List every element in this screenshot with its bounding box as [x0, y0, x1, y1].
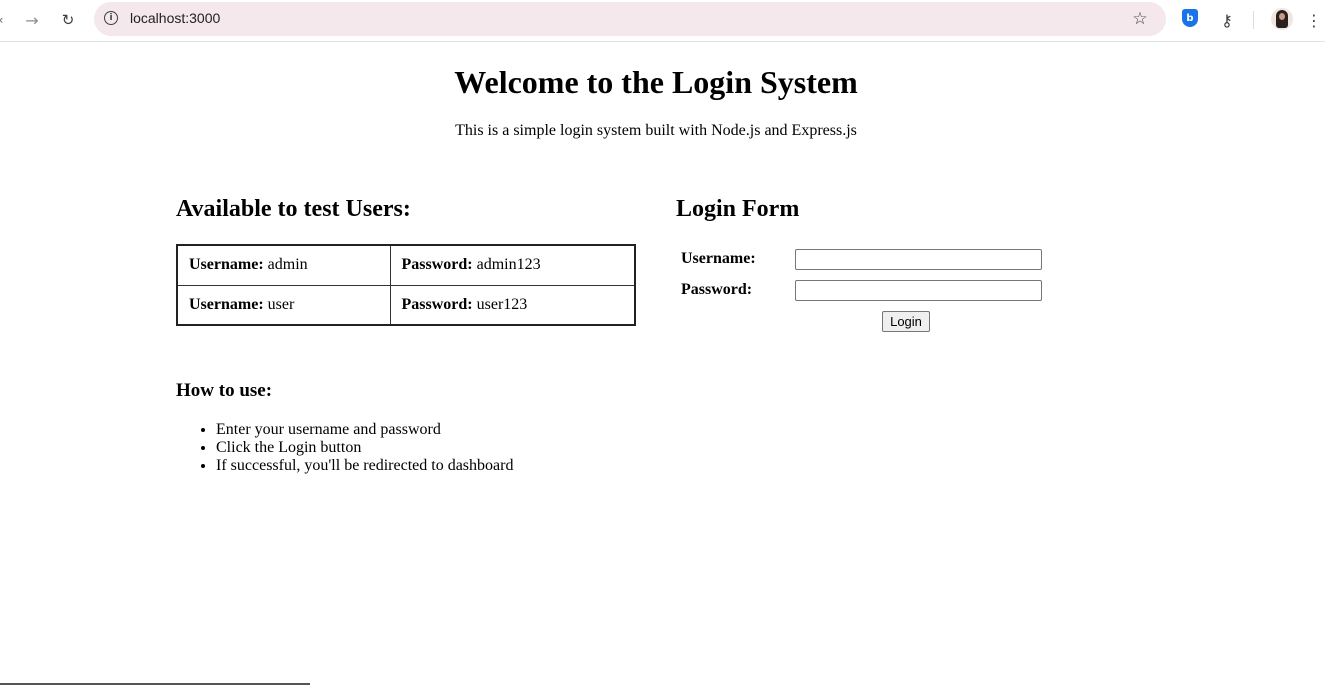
page-title: Welcome to the Login System	[454, 64, 858, 100]
bookmark-star-icon[interactable]: ☆	[1128, 7, 1152, 31]
username-cell-value: admin	[267, 256, 308, 274]
table-row: Username: admin Password: admin123	[176, 244, 636, 286]
extensions-puzzle-icon[interactable]: ⚷	[1215, 8, 1239, 32]
back-arrow-icon[interactable]: ‹	[0, 13, 4, 27]
page-subtitle: This is a simple login system built with…	[455, 122, 857, 139]
browser-toolbar: ‹ → ↻ i localhost:3000 ☆ b ⚷ ⋮	[0, 0, 1325, 42]
password-cell: Password: user123	[389, 284, 636, 326]
password-cell-label: Password:	[401, 295, 473, 313]
site-info-icon[interactable]: i	[104, 11, 118, 25]
table-row: Username: user Password: user123	[176, 284, 636, 326]
address-bar-url[interactable]: localhost:3000	[130, 10, 220, 26]
password-input[interactable]	[795, 280, 1042, 301]
list-item: Enter your username and password	[216, 421, 513, 439]
list-item: Click the Login button	[216, 439, 513, 457]
login-form-heading: Login Form	[676, 196, 800, 222]
forward-arrow-icon[interactable]: →	[20, 8, 44, 32]
profile-avatar[interactable]	[1271, 8, 1293, 30]
username-cell-label: Username:	[189, 295, 264, 313]
password-cell-label: Password:	[401, 256, 473, 274]
test-users-table: Username: admin Password: admin123 Usern…	[176, 244, 636, 326]
username-cell: Username: admin	[176, 244, 391, 286]
username-cell-label: Username:	[189, 256, 264, 274]
list-item: If successful, you'll be redirected to d…	[216, 457, 513, 475]
username-cell-value: user	[267, 295, 295, 313]
username-cell: Username: user	[176, 284, 391, 326]
password-cell-value: admin123	[476, 256, 541, 274]
toolbar-divider	[1253, 11, 1254, 29]
password-label: Password:	[681, 281, 753, 298]
password-cell-value: user123	[476, 295, 528, 313]
address-bar[interactable]: i localhost:3000 ☆	[94, 2, 1166, 36]
login-button[interactable]: Login	[882, 311, 930, 332]
how-to-use-heading: How to use:	[176, 380, 273, 401]
password-cell: Password: admin123	[389, 244, 636, 286]
browser-menu-icon[interactable]: ⋮	[1304, 8, 1324, 32]
extension-shield-icon[interactable]: b	[1182, 9, 1198, 27]
username-input[interactable]	[795, 249, 1042, 270]
how-to-use-list: Enter your username and password Click t…	[216, 421, 513, 475]
test-users-heading: Available to test Users:	[176, 196, 411, 222]
username-label: Username:	[681, 250, 756, 267]
reload-icon[interactable]: ↻	[56, 8, 80, 32]
